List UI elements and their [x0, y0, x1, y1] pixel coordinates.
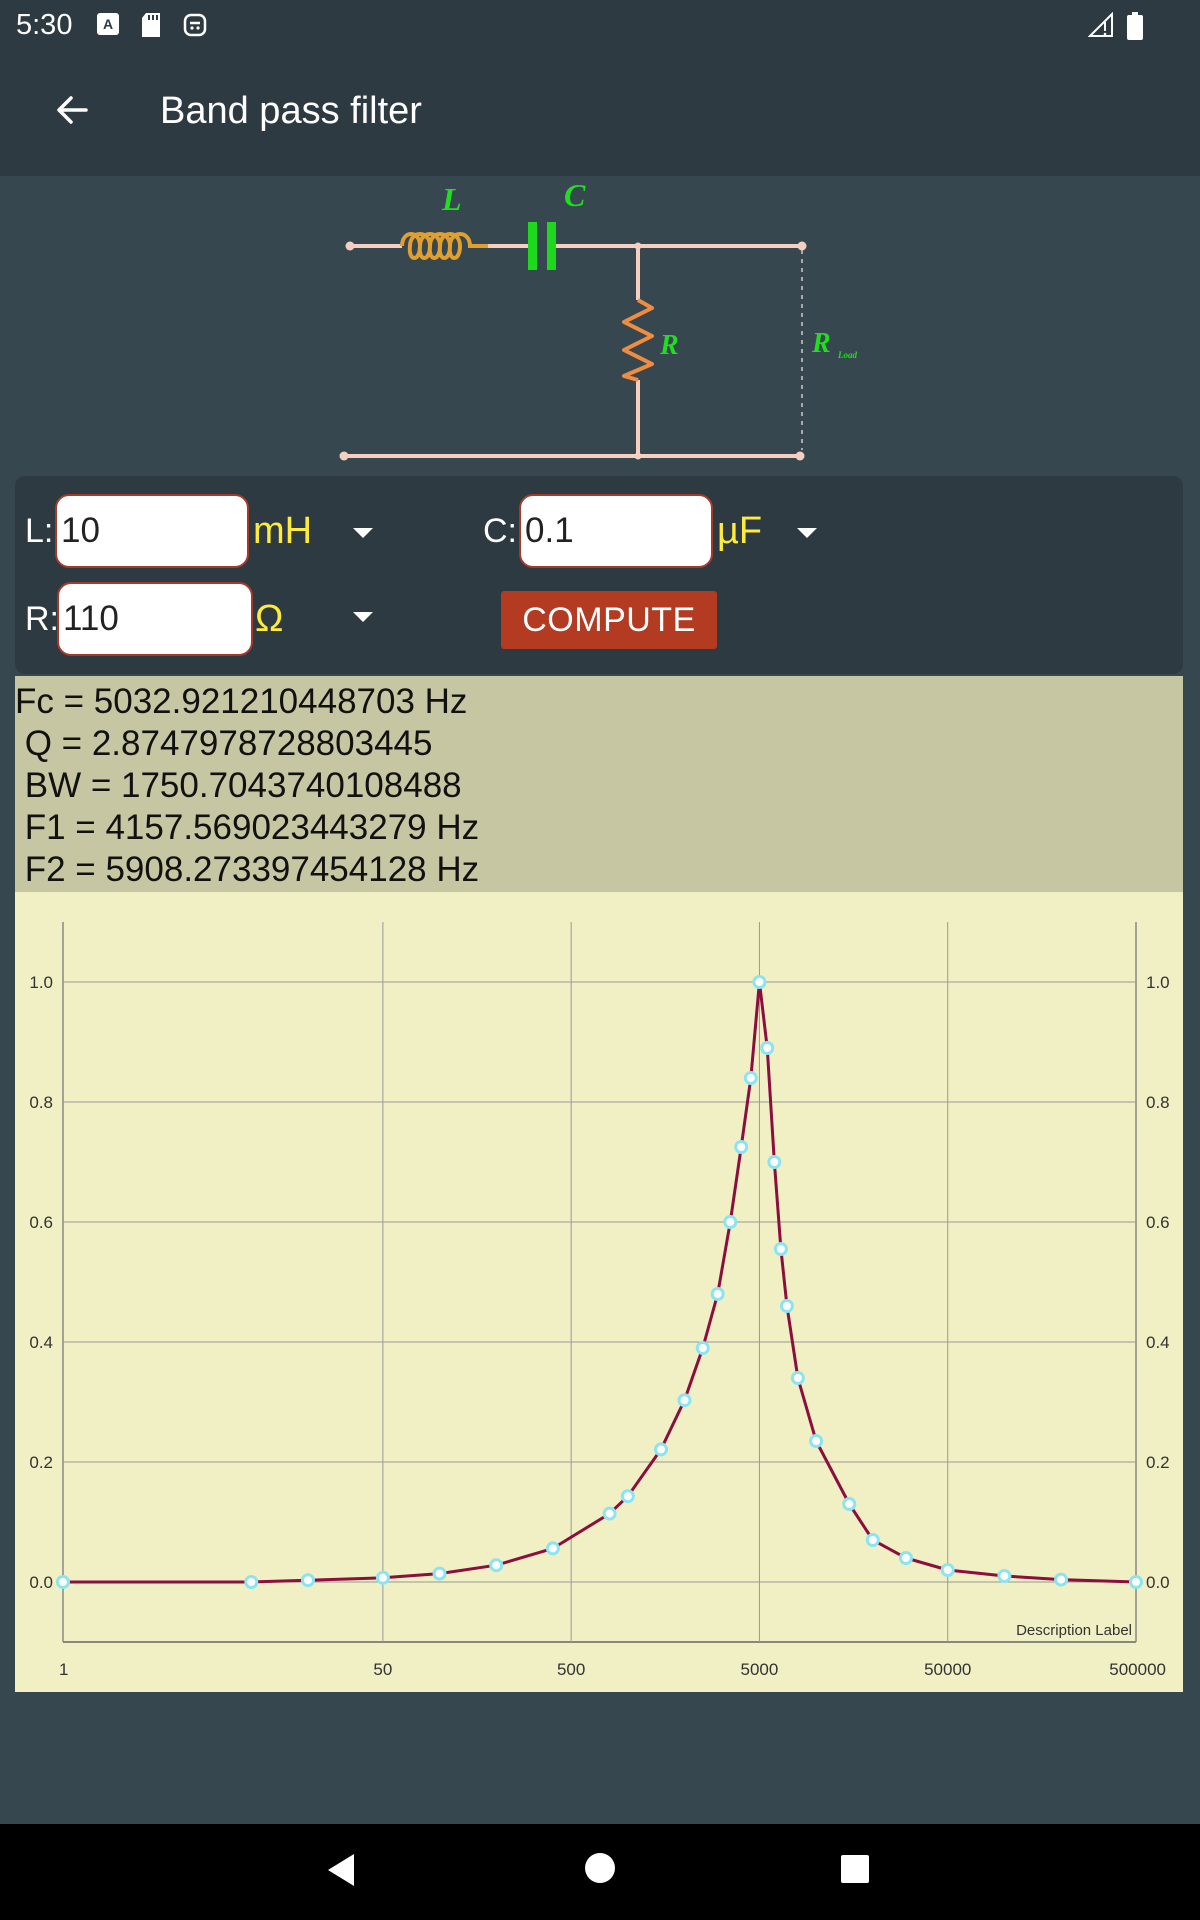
y-tick-label-left: 0.6	[29, 1213, 53, 1232]
nav-back-icon[interactable]	[326, 1852, 356, 1888]
response-chart[interactable]: 0.0 0.0 0.2 0.2 0.4 0.4 0.6 0.6 0.8 0.8 1.0 1.0 1 50 5…	[15, 892, 1183, 1718]
response-data-point	[56, 1575, 70, 1589]
y-tick-label-right: 0.8	[1146, 1093, 1170, 1112]
response-data-point	[432, 1566, 447, 1581]
results-panel: Fc = 5032.921210448703 Hz Q = 2.87479787…	[15, 676, 1183, 892]
a-notification-icon: A	[97, 13, 119, 35]
inductance-unit: mH	[253, 510, 313, 552]
x-tick-label: 1	[59, 1660, 68, 1679]
load-subscript: Load	[837, 350, 857, 360]
response-data-point	[898, 1551, 913, 1565]
input-panel: L: mH C: µF R: Ω COMPUTE	[15, 476, 1183, 674]
resistor-zigzag	[622, 298, 654, 382]
response-series-line	[63, 980, 1137, 1584]
response-chart-panel: 0.0 0.0 0.2 0.2 0.4 0.4 0.6 0.6 0.8 0.8 1.0 1.0 1 50 5…	[15, 892, 1183, 1718]
response-data-point	[375, 1570, 390, 1585]
capacitance-label: C:	[483, 512, 517, 550]
status-bar: 5:30 A	[0, 0, 1200, 50]
x-tick-label: 5000	[741, 1660, 779, 1679]
inductor-coil	[400, 232, 488, 260]
x-tick-label: 50	[373, 1660, 392, 1679]
capacitance-unit-dropdown-icon[interactable]	[797, 528, 817, 538]
circuit-diagram: L C R R Load	[339, 180, 857, 461]
response-data-point	[723, 1215, 738, 1229]
response-data-point	[809, 1434, 824, 1448]
x-tick-label: 50000	[924, 1660, 971, 1679]
response-data-point	[489, 1558, 504, 1573]
response-data-point	[653, 1442, 668, 1457]
result-q: Q = 2.8747978728803445	[15, 724, 433, 763]
response-data-point	[1054, 1572, 1069, 1587]
response-data-point	[743, 1071, 758, 1085]
nav-recents-icon[interactable]	[840, 1854, 870, 1884]
y-tick-label-right: 0.2	[1146, 1453, 1170, 1472]
response-data-point	[842, 1497, 857, 1511]
response-data-point	[695, 1341, 710, 1355]
response-data-point	[865, 1533, 880, 1547]
load-label: R	[811, 328, 831, 359]
x-tick-label: 500	[557, 1660, 585, 1679]
y-tick-label-left: 0.0	[29, 1573, 53, 1592]
response-data-point	[760, 1041, 775, 1055]
resistor-label: R	[659, 330, 679, 361]
y-tick-label-right: 0.6	[1146, 1213, 1170, 1232]
arrow-back-icon[interactable]	[52, 90, 92, 130]
inductance-unit-dropdown-icon[interactable]	[353, 528, 373, 538]
battery-icon	[1127, 12, 1143, 40]
sd-card-icon	[142, 13, 160, 37]
y-tick-label-right: 0.0	[1146, 1573, 1170, 1592]
resistance-label: R:	[25, 600, 59, 638]
result-f1: F1 = 4157.569023443279 Hz	[15, 808, 480, 847]
response-data-point	[677, 1393, 692, 1408]
response-data-point	[734, 1140, 749, 1154]
response-data-point	[779, 1299, 794, 1313]
result-f2: F2 = 5908.273397454128 Hz	[15, 850, 480, 889]
response-data-point	[602, 1506, 617, 1521]
response-data-point	[767, 1155, 782, 1169]
y-tick-label-right: 0.4	[1146, 1333, 1170, 1352]
resistance-unit-dropdown-icon[interactable]	[353, 612, 373, 622]
response-data-point	[997, 1569, 1012, 1583]
response-data-point	[773, 1242, 788, 1256]
circuit-nodes	[339, 241, 807, 461]
y-tick-label-left: 0.2	[29, 1453, 53, 1472]
response-data-point	[790, 1371, 805, 1385]
svg-text:A: A	[103, 16, 113, 32]
capacitor-plates	[528, 222, 556, 270]
face-icon	[183, 13, 207, 37]
response-data-point	[1129, 1575, 1143, 1589]
y-tick-label-left: 0.8	[29, 1093, 53, 1112]
capacitor-label: C	[564, 180, 586, 213]
y-tick-label-left: 1.0	[29, 973, 53, 992]
y-tick-label-left: 0.4	[29, 1333, 53, 1352]
x-tick-label: 500000	[1109, 1660, 1166, 1679]
response-data-point	[545, 1541, 560, 1556]
capacitance-input[interactable]	[519, 494, 713, 568]
description-label: Description Label	[1016, 1622, 1132, 1639]
response-data-point	[710, 1287, 725, 1301]
response-data-point	[244, 1575, 259, 1589]
capacitance-unit: µF	[717, 510, 763, 552]
app-bar: Band pass filter	[0, 50, 1200, 176]
status-time: 5:30	[16, 9, 73, 41]
nav-home-icon[interactable]	[584, 1852, 616, 1884]
resistance-unit: Ω	[255, 598, 284, 640]
y-tick-label-right: 1.0	[1146, 973, 1170, 992]
compute-button[interactable]: COMPUTE	[501, 591, 717, 649]
inductor-label: L	[441, 181, 462, 217]
response-data-point	[300, 1573, 315, 1588]
response-data-point	[752, 975, 767, 989]
navigation-bar	[0, 1824, 1200, 1920]
result-fc: Fc = 5032.921210448703 Hz	[15, 682, 468, 721]
resistance-input[interactable]	[57, 582, 253, 656]
inductance-input[interactable]	[55, 494, 249, 568]
circuit-wires	[344, 244, 802, 458]
page-title: Band pass filter	[160, 90, 422, 132]
result-bw: BW = 1750.7043740108488	[15, 766, 462, 805]
inductance-label: L:	[25, 512, 54, 550]
response-data-point	[940, 1563, 955, 1577]
signal-icon	[1088, 12, 1113, 37]
response-data-point	[620, 1489, 635, 1504]
